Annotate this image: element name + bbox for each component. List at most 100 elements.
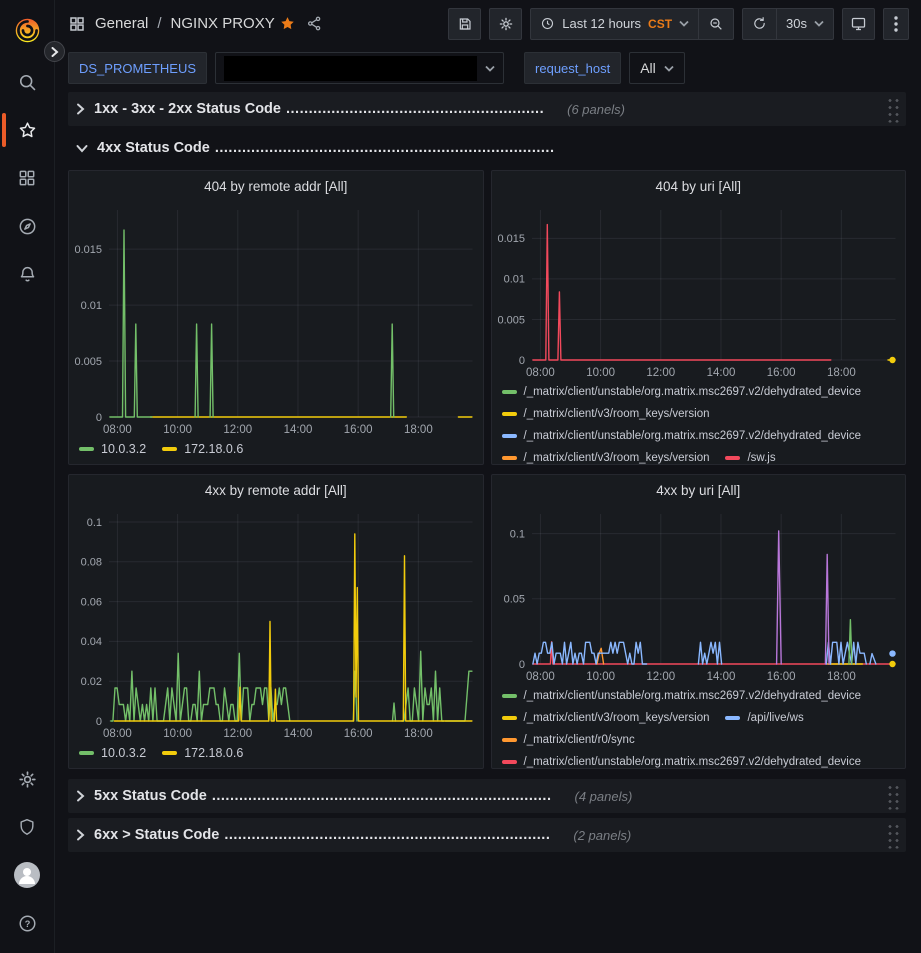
save-dashboard-button[interactable] [448, 8, 481, 40]
expand-sidebar-button[interactable] [44, 41, 65, 62]
panel-chart[interactable]: 00.0050.010.01508:0010:0012:0014:0016:00… [69, 200, 483, 437]
svg-text:12:00: 12:00 [646, 367, 675, 379]
row-4xx[interactable]: 4xx Status Code.........................… [68, 131, 906, 165]
panel-title[interactable]: 4xx by uri [All] [492, 477, 906, 504]
row-panel-count: (6 panels) [567, 102, 625, 117]
panels-grid: 404 by remote addr [All]00.0050.010.0150… [68, 170, 906, 769]
svg-text:0.01: 0.01 [81, 300, 102, 312]
svg-text:16:00: 16:00 [766, 367, 795, 379]
legend-swatch-green [502, 390, 517, 394]
variable-value-ds-prometheus[interactable] [215, 52, 504, 84]
svg-text:16:00: 16:00 [344, 728, 373, 740]
legend-label: /_matrix/client/unstable/org.matrix.msc2… [524, 756, 862, 768]
row-5xx[interactable]: 5xx Status Code.........................… [68, 779, 906, 813]
time-range-button[interactable]: Last 12 hours CST [531, 9, 698, 39]
sidebar-item-profile[interactable] [0, 851, 55, 899]
sidebar-item-configuration[interactable] [0, 755, 55, 803]
variable-value-request-host[interactable]: All [629, 52, 685, 84]
legend-row: /_matrix/client/v3/room_keys/version/api… [502, 707, 906, 729]
sidebar-item-dashboards[interactable] [0, 154, 55, 202]
zoom-out-button[interactable] [698, 9, 733, 39]
breadcrumb: General / NGINX PROXY [68, 15, 275, 33]
breadcrumb-section[interactable]: General [95, 15, 148, 32]
sidebar-item-help[interactable]: ? [0, 899, 55, 947]
share-icon[interactable] [306, 15, 323, 32]
sidebar-item-alerting[interactable] [0, 250, 55, 298]
time-range-label: Last 12 hours [562, 16, 641, 31]
panel-chart[interactable]: 00.050.108:0010:0012:0014:0016:0018:00 [492, 504, 906, 684]
panel-title[interactable]: 4xx by remote addr [All] [69, 477, 483, 504]
svg-text:0.005: 0.005 [497, 314, 525, 326]
legend-item[interactable]: /_matrix/client/unstable/org.matrix.msc2… [502, 690, 862, 702]
panel-chart[interactable]: 00.0050.010.01508:0010:0012:0014:0016:00… [492, 200, 906, 380]
svg-text:0.015: 0.015 [497, 233, 525, 245]
legend-item[interactable]: 10.0.3.2 [79, 442, 146, 456]
legend-item[interactable]: 172.18.0.6 [162, 746, 243, 760]
legend-item[interactable]: /api/live/ws [725, 712, 803, 724]
sidebar-item-search[interactable] [0, 58, 55, 106]
legend-label: 10.0.3.2 [101, 746, 146, 760]
sidebar-item-admin[interactable] [0, 803, 55, 851]
svg-text:0.06: 0.06 [81, 596, 102, 608]
row-drag-handle[interactable] [886, 96, 899, 123]
row-6xx[interactable]: 6xx > Status Code.......................… [68, 818, 906, 852]
chevron-down-icon [679, 20, 689, 27]
legend-item[interactable]: /_matrix/client/unstable/org.matrix.msc2… [502, 430, 862, 442]
svg-text:18:00: 18:00 [826, 367, 855, 379]
legend-item[interactable]: /sw.js [725, 452, 775, 464]
panel-legend: 10.0.3.2 172.18.0.6 [69, 741, 483, 768]
panel-title[interactable]: 404 by remote addr [All] [69, 173, 483, 200]
row-1xx-3xx-2xx[interactable]: 1xx - 3xx - 2xx Status Code.............… [68, 92, 906, 126]
panel-title[interactable]: 404 by uri [All] [492, 173, 906, 200]
row-title-leader: ........................................… [212, 788, 552, 804]
chevron-down-icon [76, 144, 88, 153]
legend-item[interactable]: /_matrix/client/v3/room_keys/version [502, 712, 710, 724]
legend-item[interactable]: /_matrix/client/v3/room_keys/version [502, 452, 710, 464]
refresh-interval-dropdown[interactable]: 30s [776, 9, 833, 39]
row-drag-handle[interactable] [886, 783, 899, 810]
panel-legend: /_matrix/client/unstable/org.matrix.msc2… [492, 380, 906, 464]
variable-label-request-host: request_host [524, 52, 621, 84]
svg-text:14:00: 14:00 [284, 728, 313, 740]
more-options-button[interactable] [883, 8, 909, 40]
chevron-down-icon [664, 65, 674, 72]
legend-item[interactable]: /_matrix/client/unstable/org.matrix.msc2… [502, 386, 862, 398]
row-title: 5xx Status Code [94, 788, 207, 804]
legend-row: 10.0.3.2 172.18.0.6 [79, 742, 483, 763]
dashboard-settings-button[interactable] [489, 8, 522, 40]
legend-swatch-orange [502, 738, 517, 742]
refresh-button[interactable] [743, 9, 776, 39]
row-drag-handle[interactable] [886, 822, 899, 849]
apps-grid-icon [17, 168, 37, 188]
refresh-group: 30s [742, 8, 834, 40]
gear-icon [498, 16, 514, 32]
legend-item[interactable]: 172.18.0.6 [162, 442, 243, 456]
search-icon [17, 72, 38, 93]
sidebar-item-explore[interactable] [0, 202, 55, 250]
shield-icon [17, 817, 37, 837]
dashboard-header: General / NGINX PROXY Last 12 hours CST [55, 0, 921, 47]
compass-icon [17, 216, 38, 237]
page-title[interactable]: NGINX PROXY [171, 15, 275, 32]
svg-text:14:00: 14:00 [706, 367, 735, 379]
row-panel-count: (2 panels) [573, 828, 631, 843]
legend-row: /_matrix/client/unstable/org.matrix.msc2… [502, 425, 906, 447]
panel: 404 by uri [All]00.0050.010.01508:0010:0… [491, 170, 907, 465]
legend-label: /api/live/ws [747, 712, 803, 724]
sidebar-item-starred[interactable] [0, 106, 55, 154]
legend-swatch-green [502, 694, 517, 698]
legend-item[interactable]: 10.0.3.2 [79, 746, 146, 760]
svg-text:0.1: 0.1 [509, 528, 524, 540]
kiosk-mode-button[interactable] [842, 8, 875, 40]
avatar [14, 862, 40, 888]
legend-item[interactable]: /_matrix/client/r0/sync [502, 734, 635, 746]
legend-item[interactable]: /_matrix/client/unstable/org.matrix.msc2… [502, 756, 862, 768]
favorite-star-icon[interactable] [279, 15, 296, 32]
legend-label: /_matrix/client/v3/room_keys/version [524, 712, 710, 724]
legend-item[interactable]: /_matrix/client/v3/room_keys/version [502, 408, 710, 420]
row-title: 1xx - 3xx - 2xx Status Code [94, 101, 281, 117]
panel-chart[interactable]: 00.020.040.060.080.108:0010:0012:0014:00… [69, 504, 483, 741]
svg-text:0.08: 0.08 [81, 557, 102, 569]
legend-swatch-yellow [162, 447, 177, 451]
legend-swatch-yellow [502, 412, 517, 416]
